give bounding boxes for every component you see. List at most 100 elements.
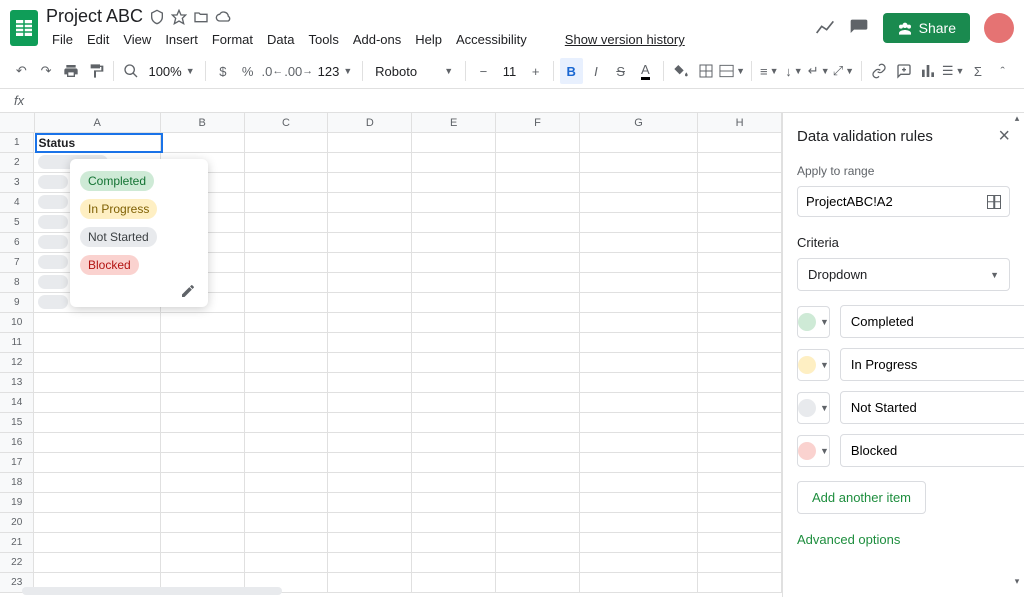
row-header[interactable]: 15 xyxy=(0,413,34,432)
cell[interactable] xyxy=(698,153,782,172)
cell[interactable] xyxy=(328,173,412,192)
font-size-input[interactable]: 11 xyxy=(497,64,523,79)
cell[interactable] xyxy=(412,473,496,492)
cell[interactable] xyxy=(412,273,496,292)
cell[interactable] xyxy=(34,553,160,572)
cell[interactable] xyxy=(34,453,160,472)
font-size-increase[interactable]: + xyxy=(524,58,547,84)
cell[interactable] xyxy=(496,513,580,532)
color-select[interactable]: ▼ xyxy=(797,349,830,381)
cell[interactable] xyxy=(328,373,412,392)
cell[interactable] xyxy=(496,173,580,192)
dropdown-option[interactable]: Blocked xyxy=(80,255,139,275)
cell[interactable] xyxy=(328,313,412,332)
row-header[interactable]: 13 xyxy=(0,373,34,392)
cell[interactable] xyxy=(245,193,329,212)
cell[interactable] xyxy=(245,253,329,272)
cloud-icon[interactable] xyxy=(215,9,231,25)
cell[interactable] xyxy=(412,213,496,232)
cell[interactable] xyxy=(580,153,698,172)
cell[interactable] xyxy=(328,253,412,272)
comment-button[interactable] xyxy=(892,58,915,84)
account-avatar[interactable] xyxy=(984,13,1014,43)
row-header[interactable]: 1 xyxy=(0,133,34,152)
cell[interactable] xyxy=(245,173,329,192)
cell[interactable] xyxy=(580,293,698,312)
column-header[interactable]: F xyxy=(496,113,580,132)
cell[interactable] xyxy=(496,293,580,312)
cell[interactable] xyxy=(580,253,698,272)
cell[interactable] xyxy=(412,293,496,312)
cell[interactable] xyxy=(496,373,580,392)
cell[interactable]: Status xyxy=(34,133,160,152)
cell[interactable] xyxy=(698,173,782,192)
menu-data[interactable]: Data xyxy=(261,29,300,50)
menu-file[interactable]: File xyxy=(46,29,79,50)
cell[interactable] xyxy=(698,493,782,512)
dropdown-chip[interactable] xyxy=(38,255,68,269)
valign-button[interactable]: ↓▼ xyxy=(783,58,806,84)
pencil-icon[interactable] xyxy=(180,283,196,299)
criteria-value-input[interactable] xyxy=(840,391,1024,424)
cell[interactable] xyxy=(161,493,245,512)
cell[interactable] xyxy=(412,433,496,452)
cell[interactable] xyxy=(412,573,496,592)
cell[interactable] xyxy=(161,413,245,432)
row-header[interactable]: 20 xyxy=(0,513,34,532)
row-header[interactable]: 19 xyxy=(0,493,34,512)
cell[interactable] xyxy=(580,493,698,512)
cell[interactable] xyxy=(698,413,782,432)
range-input[interactable] xyxy=(806,194,987,209)
print-button[interactable] xyxy=(59,58,82,84)
cell[interactable] xyxy=(34,513,160,532)
functions-button[interactable]: Σ xyxy=(967,58,990,84)
cell[interactable] xyxy=(412,513,496,532)
cell[interactable] xyxy=(328,393,412,412)
cell[interactable] xyxy=(698,293,782,312)
sheets-logo[interactable] xyxy=(10,10,38,46)
paint-format-button[interactable] xyxy=(84,58,107,84)
merge-button[interactable]: ▼ xyxy=(719,58,745,84)
cell[interactable] xyxy=(698,393,782,412)
column-header[interactable]: G xyxy=(580,113,698,132)
cell[interactable] xyxy=(580,193,698,212)
add-item-button[interactable]: Add another item xyxy=(797,481,926,514)
criteria-value-input[interactable] xyxy=(840,305,1024,338)
menu-addons[interactable]: Add-ons xyxy=(347,29,407,50)
halign-button[interactable]: ≡▼ xyxy=(758,58,781,84)
increase-decimal-button[interactable]: .00→ xyxy=(286,58,312,84)
text-color-button[interactable]: A xyxy=(634,58,657,84)
cell[interactable] xyxy=(412,233,496,252)
dropdown-option[interactable]: In Progress xyxy=(80,199,157,219)
borders-button[interactable] xyxy=(694,58,717,84)
cell[interactable] xyxy=(245,493,329,512)
cell[interactable] xyxy=(161,553,245,572)
cell[interactable] xyxy=(161,473,245,492)
menu-help[interactable]: Help xyxy=(409,29,448,50)
cell[interactable] xyxy=(328,473,412,492)
zoom-out-icon[interactable] xyxy=(120,58,143,84)
strikethrough-button[interactable]: S xyxy=(609,58,632,84)
cell[interactable] xyxy=(328,353,412,372)
cell[interactable] xyxy=(161,133,245,152)
cell[interactable] xyxy=(698,453,782,472)
cell[interactable] xyxy=(245,133,329,152)
bold-button[interactable]: B xyxy=(560,58,583,84)
column-header[interactable]: D xyxy=(328,113,412,132)
activity-icon[interactable] xyxy=(815,18,835,38)
cell[interactable] xyxy=(34,493,160,512)
cell[interactable] xyxy=(496,393,580,412)
cell[interactable] xyxy=(328,493,412,512)
cell[interactable] xyxy=(698,573,782,592)
dropdown-option[interactable]: Not Started xyxy=(80,227,157,247)
row-header[interactable]: 22 xyxy=(0,553,34,572)
cell[interactable] xyxy=(580,313,698,332)
advanced-options-link[interactable]: Advanced options xyxy=(797,532,1010,547)
cell[interactable] xyxy=(412,413,496,432)
cell[interactable] xyxy=(496,493,580,512)
cell[interactable] xyxy=(328,453,412,472)
dropdown-chip[interactable] xyxy=(38,235,68,249)
zoom-select[interactable]: 100%▼ xyxy=(144,64,198,79)
link-button[interactable] xyxy=(868,58,891,84)
cell[interactable] xyxy=(580,453,698,472)
